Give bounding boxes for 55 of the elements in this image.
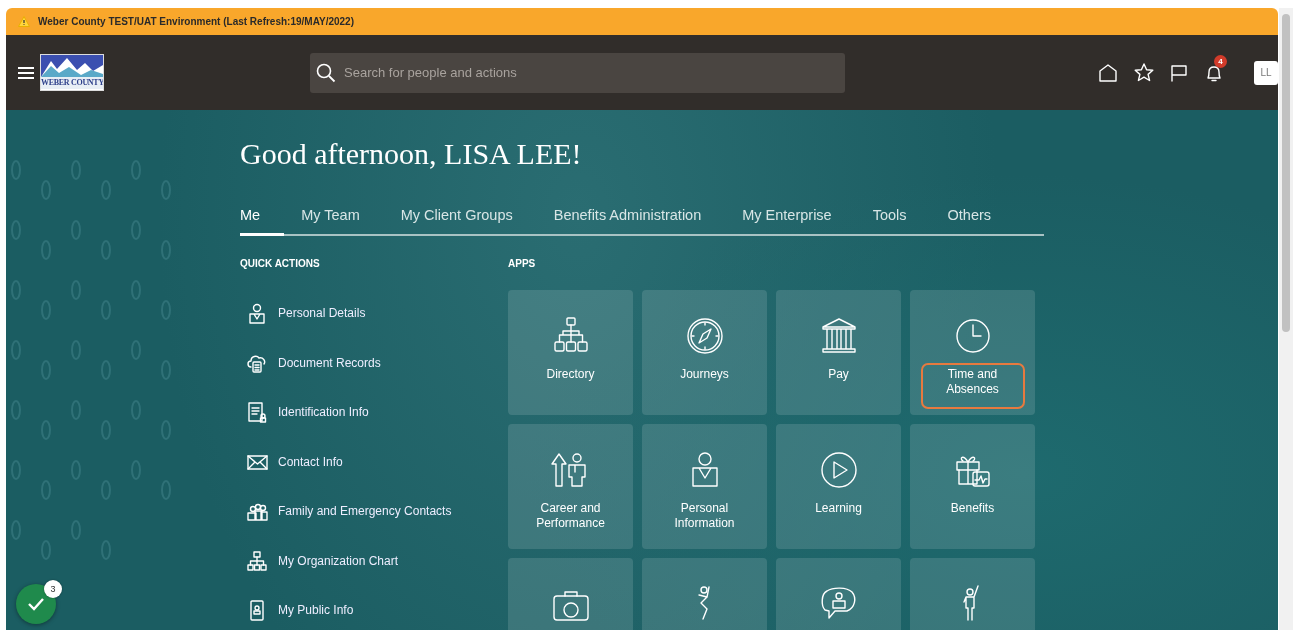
app-tile[interactable]: Directory xyxy=(508,290,633,415)
nav-tab[interactable]: My Team xyxy=(301,207,360,236)
app-label: Journeys xyxy=(679,366,730,383)
app-label: Personal Information xyxy=(673,500,736,532)
nav-tab[interactable]: My Client Groups xyxy=(400,207,513,236)
nav-tab[interactable]: Benefits Administration xyxy=(553,207,702,236)
app-tile[interactable]: Career and Performance xyxy=(508,424,633,549)
quick-action-link[interactable]: My Organization Chart xyxy=(240,549,508,572)
org-chart-icon xyxy=(246,549,268,572)
search-field[interactable]: Search for people and actions xyxy=(310,52,845,93)
search-icon xyxy=(316,62,336,83)
quick-action-link[interactable]: Personal Details xyxy=(240,302,508,324)
highlighted-app-label: Time and Absences xyxy=(920,363,1025,409)
app-label: Benefits xyxy=(949,500,996,517)
home-icon[interactable] xyxy=(1098,63,1118,82)
app-tile[interactable]: Benefits xyxy=(910,424,1035,549)
app-label: Learning xyxy=(814,500,863,517)
county-logo[interactable]: WEBER COUNTY xyxy=(40,54,104,91)
compass-icon xyxy=(684,316,725,356)
app-label: Directory xyxy=(545,366,596,383)
app-tile[interactable]: Pay xyxy=(776,290,901,415)
figure-icon xyxy=(698,584,711,620)
menu-icon[interactable] xyxy=(18,65,34,80)
nav-tab[interactable]: My Enterprise xyxy=(742,207,832,236)
quick-action-link[interactable]: Identification Info xyxy=(240,401,508,423)
scrollbar[interactable] xyxy=(1279,8,1293,630)
quick-action-link[interactable]: Document Records xyxy=(240,351,508,374)
app-tile[interactable]: Journeys xyxy=(642,290,767,415)
app-tile[interactable]: Personal Information xyxy=(642,424,767,549)
user-avatar[interactable]: LL xyxy=(1254,60,1278,85)
app-label: Career and Performance xyxy=(535,500,606,532)
quick-action-link[interactable]: Family and Emergency Contacts xyxy=(240,500,508,522)
star-icon[interactable] xyxy=(1134,63,1154,82)
section-title: QUICK ACTIONS xyxy=(240,258,321,270)
greeting-heading: Good afternoon, LISA LEE! xyxy=(240,136,583,172)
app-tile[interactable]: Time and Absences xyxy=(910,290,1035,415)
app-label: Pay xyxy=(827,366,850,383)
id-document-icon xyxy=(246,401,268,423)
notification-count-badge: 4 xyxy=(1214,54,1227,68)
logo-text: WEBER COUNTY xyxy=(41,77,103,89)
nav-tab[interactable]: Tools xyxy=(872,207,907,236)
nav-tab[interactable]: Others xyxy=(947,207,992,236)
person-icon xyxy=(246,302,268,324)
flag-icon[interactable] xyxy=(1170,63,1188,82)
search-input[interactable]: Search for people and actions xyxy=(344,65,835,80)
environment-banner-text: Weber County TEST/UAT Environment (Last Refresh:19/MAY/2022) xyxy=(38,16,354,27)
quick-action-link[interactable]: Contact Info xyxy=(240,450,508,473)
section-title: APPS xyxy=(508,258,537,270)
quick-action-link[interactable]: My Public Info xyxy=(240,599,508,621)
nav-tab[interactable]: Me xyxy=(240,207,285,236)
app-tile[interactable]: Learning xyxy=(776,424,901,549)
checkmark-icon xyxy=(27,597,45,611)
play-icon xyxy=(818,450,859,490)
warning-icon xyxy=(18,16,30,27)
scrollbar-thumb[interactable] xyxy=(1282,14,1290,332)
